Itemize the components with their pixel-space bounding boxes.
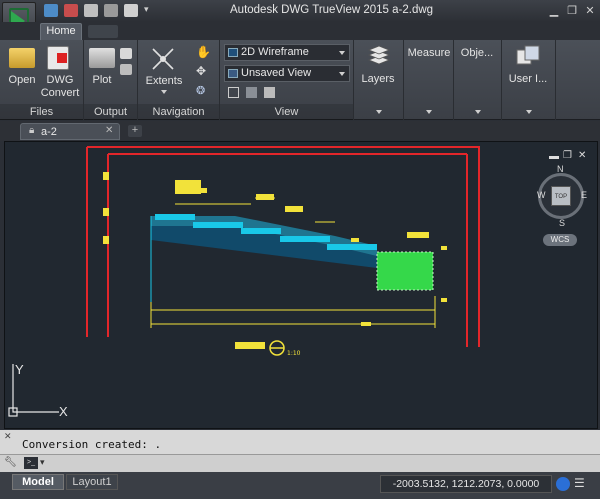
ucs-y-label: Y: [15, 362, 24, 377]
user-interface-button[interactable]: User I...: [502, 73, 554, 85]
panel-measure: Measure: [404, 40, 454, 120]
close-button[interactable]: ✕: [582, 4, 598, 18]
chevron-down-icon: [339, 72, 345, 76]
measure-button[interactable]: Measure: [404, 47, 454, 59]
compass-west[interactable]: W: [537, 190, 546, 200]
new-tab-button[interactable]: +: [128, 125, 142, 137]
close-command-icon[interactable]: ✕: [4, 431, 12, 442]
panel-output: Plot Output: [84, 40, 138, 120]
panel-files: Open DWG Convert Files: [0, 40, 84, 120]
publish-icon[interactable]: [124, 4, 138, 17]
scale-label: 1:10: [287, 350, 301, 357]
coordinates-readout: -2003.5132, 1212.2073, 0.0000: [380, 475, 552, 493]
measure-expand-icon[interactable]: [426, 110, 432, 114]
compass-east[interactable]: E: [581, 190, 587, 200]
panel-navigation: Extents ✋ ✥ ❂ Navigation: [138, 40, 220, 120]
layers-icon[interactable]: [366, 44, 392, 68]
pan-hand-icon[interactable]: ✋: [196, 45, 211, 59]
wcs-menu[interactable]: WCS: [543, 234, 577, 246]
publish-small-icon[interactable]: [120, 48, 132, 59]
orbit-icon[interactable]: ✥: [196, 64, 206, 78]
status-bar: Model Layout1 -2003.5132, 1212.2073, 0.0…: [0, 472, 600, 499]
print-icon[interactable]: [84, 4, 98, 17]
close-tab-icon[interactable]: ✕: [105, 125, 113, 136]
viewcube-top-face[interactable]: TOP: [551, 186, 571, 206]
tab-model[interactable]: Model: [12, 474, 64, 490]
visual-style-icon: [228, 48, 238, 57]
command-line[interactable]: 🔧︎ >_ ▾: [0, 454, 600, 472]
panel-user-interface: User I...: [502, 40, 556, 120]
viewport-icon[interactable]: [228, 87, 239, 98]
dwg-convert-button[interactable]: DWG Convert: [40, 74, 80, 100]
zoom-extents-icon[interactable]: [150, 46, 176, 72]
quick-access-dropdown-icon[interactable]: ▾: [144, 4, 149, 15]
command-history: ✕ Conversion created: .: [0, 430, 600, 454]
view-manager-icon[interactable]: [264, 87, 275, 98]
wcs-label: WCS: [550, 235, 570, 244]
compass-north[interactable]: N: [557, 164, 564, 174]
cad-drawing: 1:10: [8, 146, 480, 417]
dwg-convert-icon[interactable]: [64, 4, 78, 17]
window-title: Autodesk DWG TrueView 2015 a-2.dwg: [230, 4, 434, 16]
panel-label-output: Output: [84, 104, 137, 120]
ucs-x-label: X: [59, 404, 68, 419]
dwg-convert-button-icon[interactable]: [47, 46, 69, 70]
cube-view-icon[interactable]: [246, 87, 257, 98]
batch-plot-icon[interactable]: [120, 64, 132, 75]
tab-layout1[interactable]: Layout1: [66, 474, 118, 490]
layers-button[interactable]: Layers: [354, 73, 402, 85]
plot-button-icon[interactable]: [89, 48, 115, 68]
user-interface-icon[interactable]: [515, 44, 541, 68]
panel-layers: Layers: [354, 40, 404, 120]
tab-home[interactable]: Home: [40, 23, 82, 40]
status-menu-icon[interactable]: ☰: [574, 476, 585, 490]
ribbon-minimize-toggle[interactable]: [88, 25, 118, 38]
panel-objects: Obje...: [454, 40, 502, 120]
chevron-down-icon: [339, 51, 345, 55]
panel-view: 2D Wireframe Unsaved View View: [220, 40, 354, 120]
steering-wheel-icon[interactable]: ❂: [196, 84, 205, 97]
layers-expand-icon[interactable]: [376, 110, 382, 114]
named-view-icon: [228, 69, 238, 78]
named-view-dropdown[interactable]: Unsaved View: [224, 65, 350, 82]
plot-button[interactable]: Plot: [86, 74, 118, 86]
drawing-viewport[interactable]: ▬ ❐ ✕ 1:10 Y X TOP N S E W WCS: [4, 141, 598, 429]
document-tab-label: a-2: [41, 126, 57, 138]
recent-commands-dropdown-icon[interactable]: ▾: [40, 457, 45, 468]
extents-button[interactable]: Extents: [142, 75, 186, 87]
visual-style-dropdown[interactable]: 2D Wireframe: [224, 44, 350, 61]
extents-dropdown-icon[interactable]: [161, 90, 167, 94]
objects-button[interactable]: Obje...: [454, 47, 500, 59]
restore-button[interactable]: ❐: [564, 4, 580, 18]
plot-icon[interactable]: [104, 4, 118, 17]
lock-icon: 🔒︎: [29, 125, 35, 136]
document-tab[interactable]: 🔒︎ a-2 ✕: [20, 123, 120, 140]
minimize-button[interactable]: ▁: [546, 4, 562, 18]
command-history-text: Conversion created: .: [22, 438, 162, 451]
folder-icon[interactable]: [9, 48, 35, 68]
app-window: ▾ Autodesk DWG TrueView 2015 a-2.dwg ▁ ❐…: [0, 0, 600, 499]
panel-label-navigation: Navigation: [138, 104, 219, 120]
objects-expand-icon[interactable]: [475, 110, 481, 114]
panel-label-view: View: [220, 104, 353, 120]
compass-south[interactable]: S: [559, 218, 565, 228]
visual-style-value: 2D Wireframe: [241, 46, 309, 58]
open-button[interactable]: Open: [4, 74, 40, 86]
user-interface-expand-icon[interactable]: [526, 110, 532, 114]
panel-label-files: Files: [0, 104, 83, 120]
open-icon[interactable]: [44, 4, 58, 17]
clean-screen-icon[interactable]: [556, 477, 570, 491]
command-prompt-icon[interactable]: >_: [24, 457, 38, 469]
customize-wrench-icon[interactable]: 🔧︎: [4, 457, 17, 468]
named-view-value: Unsaved View: [241, 67, 312, 79]
